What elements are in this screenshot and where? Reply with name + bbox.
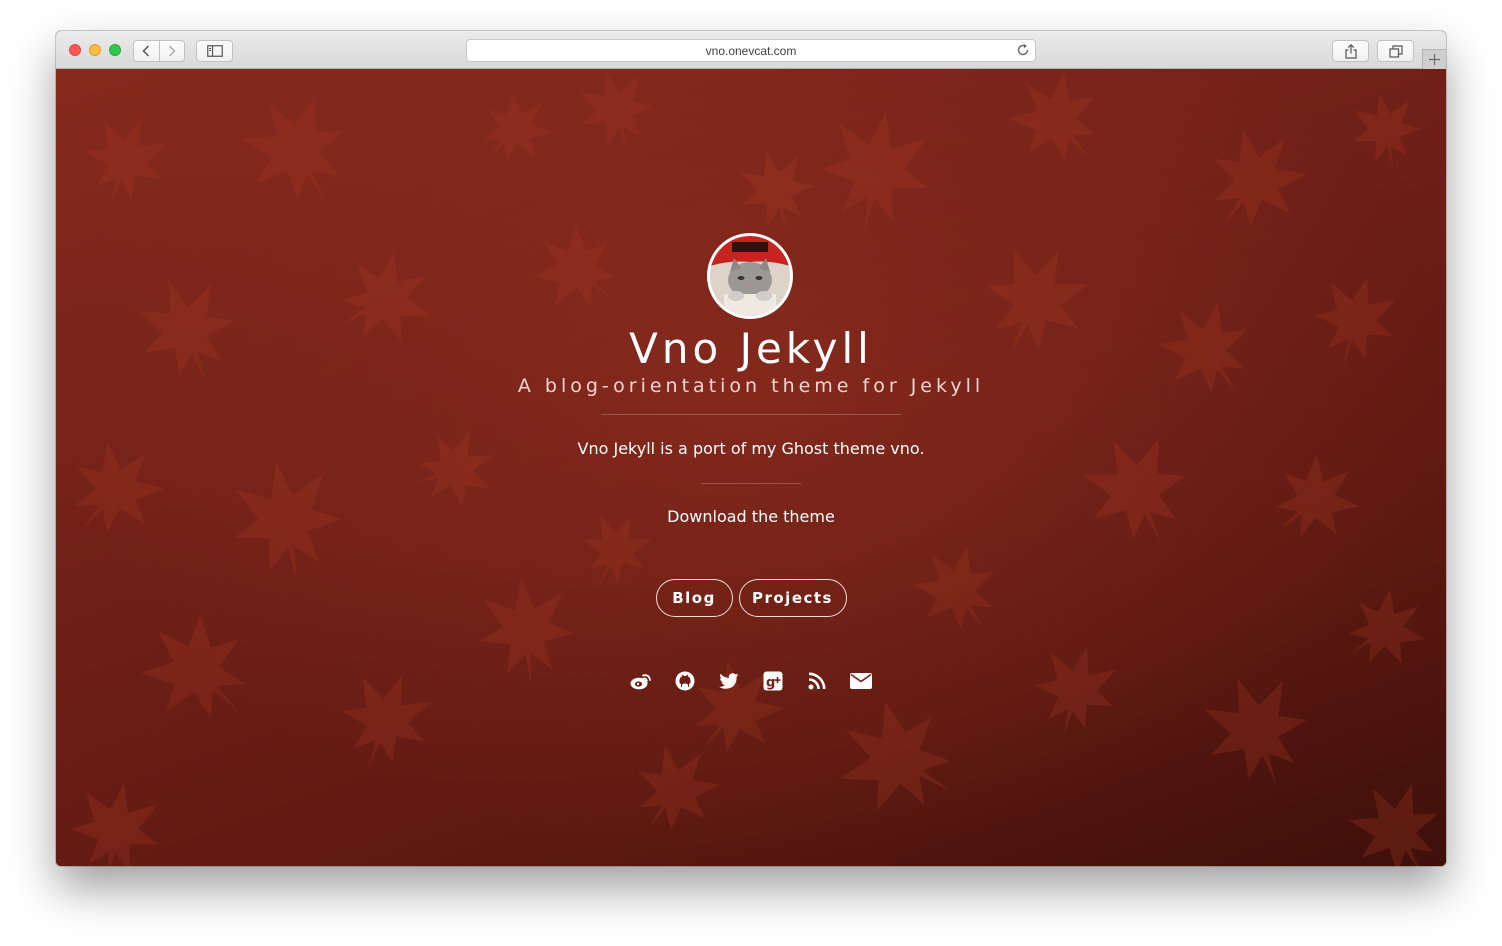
svg-text:g: g bbox=[766, 676, 775, 691]
minimize-window-button[interactable] bbox=[89, 44, 101, 56]
zoom-window-button[interactable] bbox=[109, 44, 121, 56]
projects-button[interactable]: Projects bbox=[738, 579, 847, 617]
download-theme-link[interactable]: Download the theme bbox=[56, 507, 1446, 526]
avatar bbox=[707, 233, 793, 319]
back-button[interactable] bbox=[134, 41, 159, 61]
twitter-icon[interactable] bbox=[718, 670, 740, 692]
url-text: vno.onevcat.com bbox=[705, 43, 797, 58]
social-links: g bbox=[56, 670, 1446, 692]
history-navigation bbox=[133, 40, 185, 62]
reload-icon[interactable] bbox=[1016, 43, 1030, 57]
weibo-icon[interactable] bbox=[630, 670, 652, 692]
site-description: Vno Jekyll is a port of my Ghost theme v… bbox=[577, 439, 925, 458]
page-content: Vno Jekyll A blog-orientation theme for … bbox=[56, 69, 1446, 866]
close-window-button[interactable] bbox=[69, 44, 81, 56]
share-button[interactable] bbox=[1332, 40, 1369, 62]
new-tab-icon bbox=[1429, 54, 1440, 65]
forward-icon bbox=[168, 45, 176, 57]
sidebar-icon bbox=[206, 45, 223, 57]
sidebar-button[interactable] bbox=[196, 40, 233, 62]
site-title: Vno Jekyll bbox=[629, 324, 873, 373]
tabs-icon bbox=[1388, 44, 1403, 58]
tab-overview-button[interactable] bbox=[1377, 40, 1414, 62]
browser-window: vno.onevcat.com Vno Jekyll A blog-orient… bbox=[56, 31, 1446, 866]
blog-button[interactable]: Blog bbox=[655, 579, 733, 617]
cat-avatar-image bbox=[710, 236, 790, 316]
forward-button[interactable] bbox=[158, 41, 185, 61]
back-icon bbox=[142, 45, 150, 57]
address-bar[interactable]: vno.onevcat.com bbox=[466, 39, 1036, 62]
email-icon[interactable] bbox=[850, 670, 872, 692]
share-icon bbox=[1344, 43, 1357, 59]
new-tab-button[interactable] bbox=[1422, 49, 1446, 69]
google-plus-icon[interactable]: g bbox=[762, 670, 784, 692]
hero: Vno Jekyll A blog-orientation theme for … bbox=[56, 69, 1446, 866]
main-navigation: Blog Projects bbox=[56, 579, 1446, 617]
divider bbox=[601, 414, 901, 415]
site-subtitle: A blog-orientation theme for Jekyll bbox=[517, 375, 985, 397]
github-icon[interactable] bbox=[674, 670, 696, 692]
browser-toolbar: vno.onevcat.com bbox=[56, 31, 1446, 69]
rss-icon[interactable] bbox=[806, 670, 828, 692]
divider bbox=[701, 483, 801, 484]
